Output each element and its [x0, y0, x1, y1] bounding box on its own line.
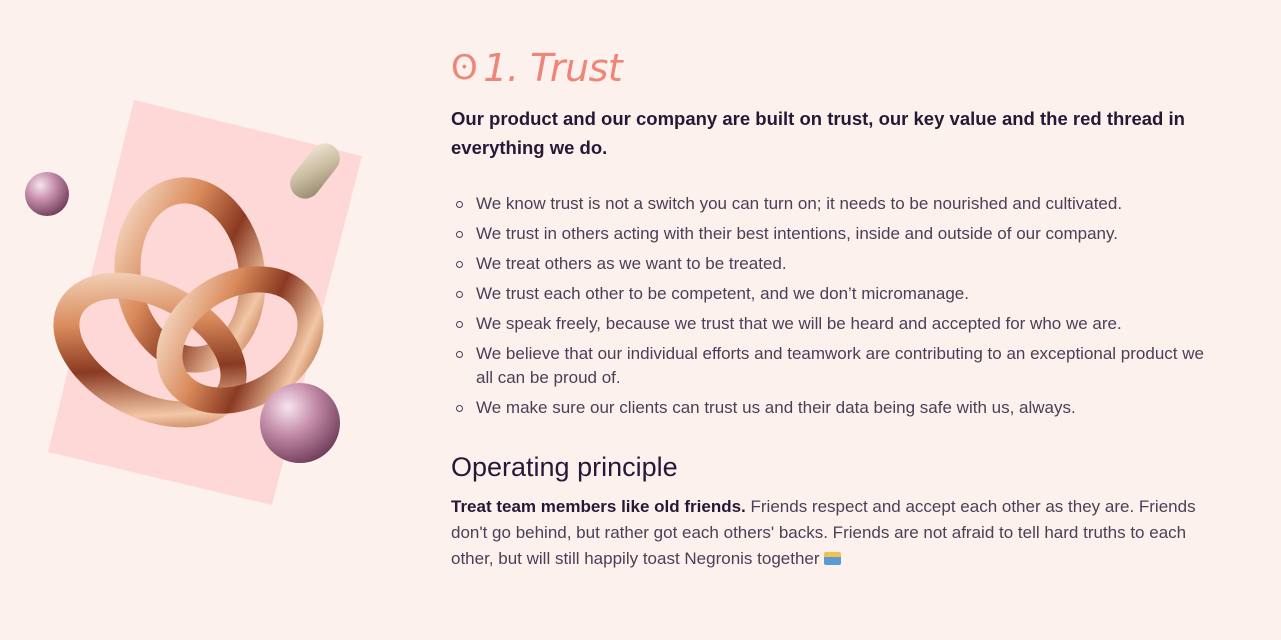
list-item: We trust in others acting with their bes… — [451, 222, 1216, 246]
trust-knot-illustration — [25, 100, 362, 505]
operating-principle-heading: Operating principle — [451, 452, 678, 482]
trust-section: ʘ 1. Trust Our product and our company a… — [451, 44, 1241, 572]
list-item: We know trust is not a switch you can tu… — [451, 192, 1216, 216]
list-item: We trust each other to be competent, and… — [451, 282, 1216, 306]
circle-dot-icon: ʘ — [451, 48, 478, 88]
list-item: We treat others as we want to be treated… — [451, 252, 1216, 276]
sunset-picture-icon — [823, 552, 841, 565]
section-title-text: 1. Trust — [483, 46, 623, 90]
operating-principle-text: Treat team members like old friends. Fri… — [451, 494, 1221, 572]
list-item: We make sure our clients can trust us an… — [451, 396, 1216, 420]
list-item: We speak freely, because we trust that w… — [451, 312, 1216, 336]
values-list: We know trust is not a switch you can tu… — [451, 192, 1241, 420]
section-title: ʘ 1. Trust — [451, 44, 1241, 92]
section-lead: Our product and our company are built on… — [451, 108, 1185, 158]
principle-bold: Treat team members like old friends. — [451, 497, 746, 516]
small-pearl — [25, 172, 69, 216]
list-item: We believe that our individual efforts a… — [451, 342, 1216, 390]
large-pearl — [260, 383, 340, 463]
